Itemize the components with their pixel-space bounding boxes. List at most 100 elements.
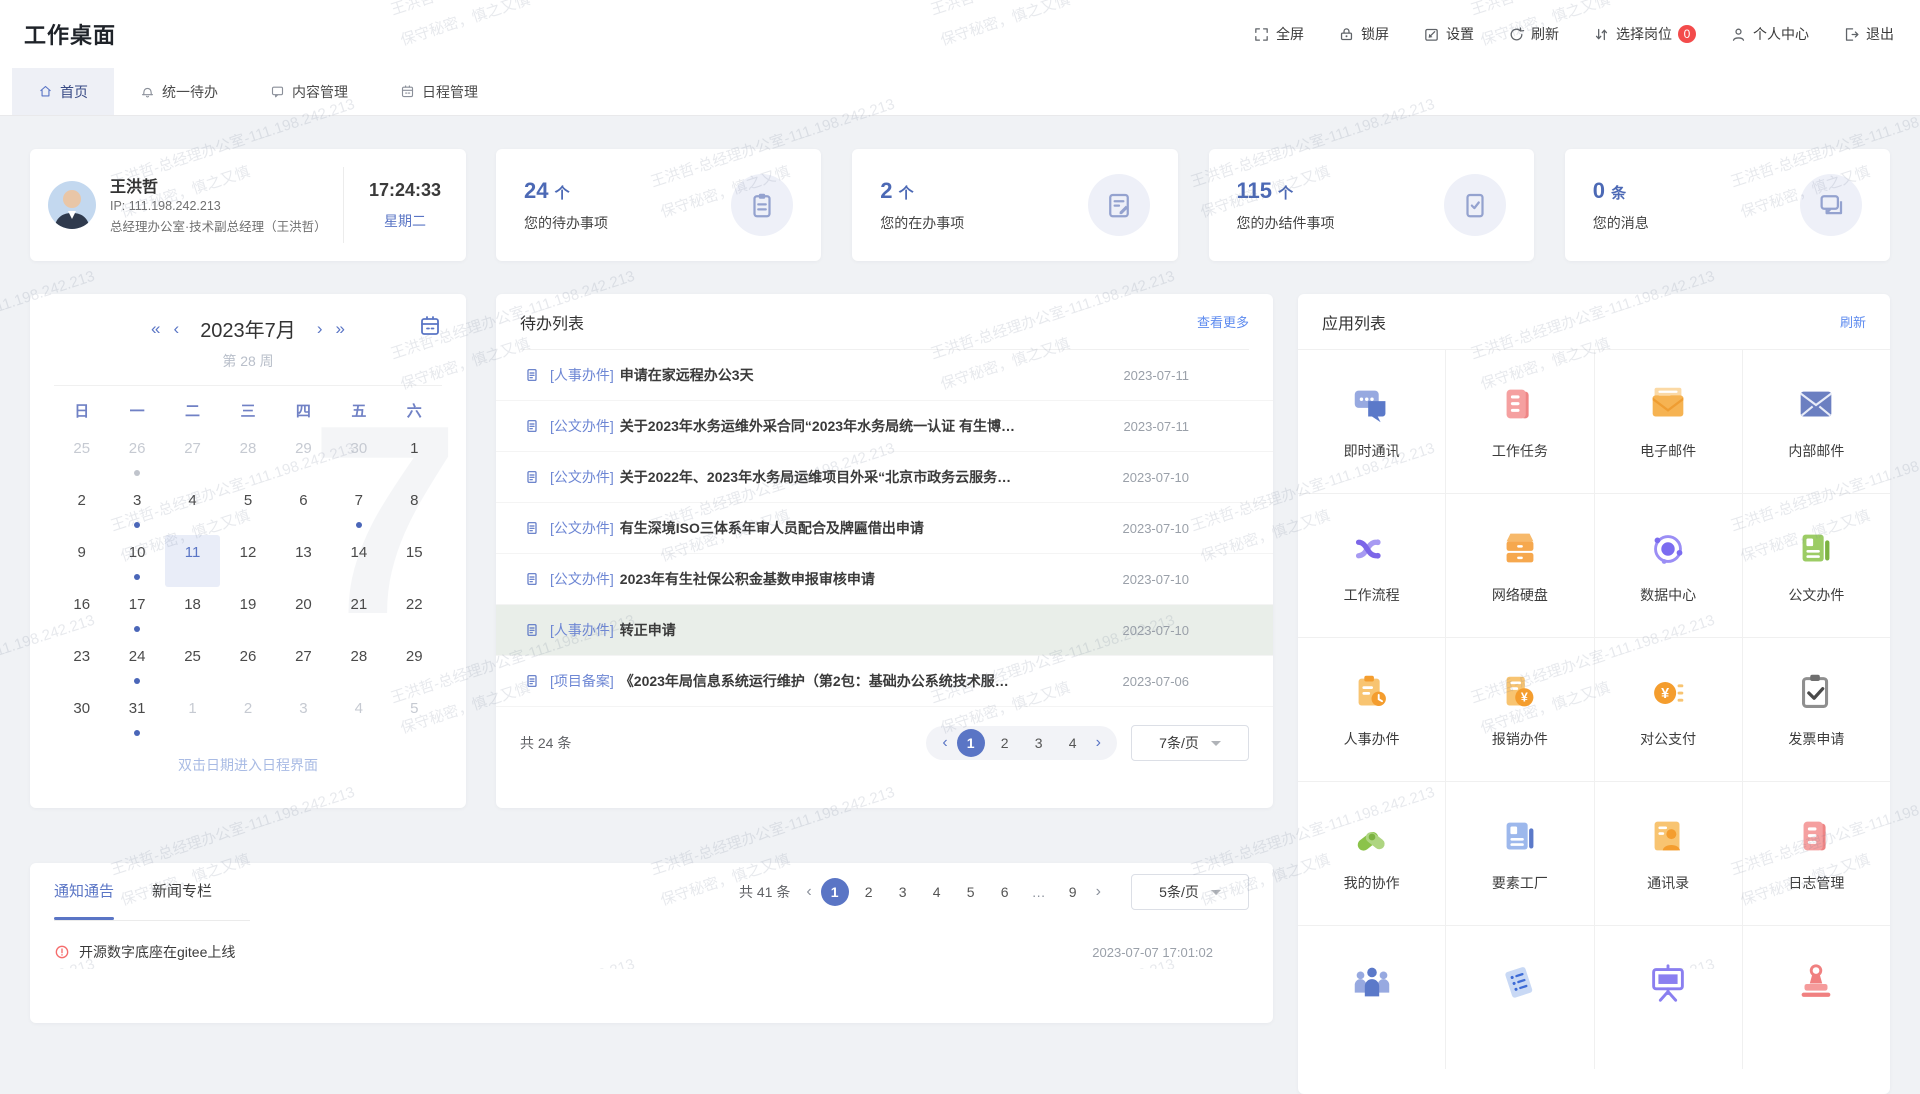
calendar-day[interactable]: 5: [220, 483, 275, 535]
todo-item[interactable]: [人事办件] 申请在家远程办公3天 2023-07-11: [496, 350, 1273, 401]
calendar-day[interactable]: 27: [276, 639, 331, 691]
refresh-link[interactable]: 刷新: [1840, 312, 1866, 331]
calendar-day[interactable]: 4: [165, 483, 220, 535]
calendar-day[interactable]: 10: [109, 535, 164, 587]
calendar-day[interactable]: 3: [276, 691, 331, 743]
todo-item[interactable]: [人事办件] 转正申请 2023-07-10: [496, 605, 1273, 656]
calendar-day[interactable]: 2: [54, 483, 109, 535]
calendar-day[interactable]: 5: [387, 691, 442, 743]
todo-item[interactable]: [公文办件] 2023年有生社保公积金基数申报审核申请 2023-07-10: [496, 554, 1273, 605]
calendar-day[interactable]: 16: [54, 587, 109, 639]
calendar-day[interactable]: 28: [220, 431, 275, 483]
app-item[interactable]: 网络硬盘: [1446, 494, 1593, 637]
calendar-day[interactable]: 11: [165, 535, 220, 587]
todo-category-tag[interactable]: [公文办件]: [550, 467, 614, 487]
calendar-day[interactable]: 13: [276, 535, 331, 587]
avatar[interactable]: [48, 181, 96, 229]
todo-category-tag[interactable]: [公文办件]: [550, 518, 614, 538]
header-action-button[interactable]: 全屏: [1253, 24, 1304, 44]
app-item[interactable]: ¥ 报销办件: [1446, 638, 1593, 781]
calendar-day[interactable]: 8: [387, 483, 442, 535]
notice-tab[interactable]: 通知通告: [54, 863, 114, 920]
todo-item-title[interactable]: 转正申请: [620, 620, 1039, 640]
calendar-day[interactable]: 26: [109, 431, 164, 483]
calendar-day[interactable]: 15: [387, 535, 442, 587]
page-number[interactable]: 3: [889, 878, 917, 906]
page-number[interactable]: 2: [855, 878, 883, 906]
page-size-select[interactable]: 7条/页: [1131, 725, 1249, 761]
header-action-button[interactable]: 锁屏: [1338, 24, 1389, 44]
next-year-arrow[interactable]: »: [335, 320, 344, 337]
prev-year-arrow[interactable]: «: [151, 320, 160, 337]
app-item[interactable]: [1743, 926, 1890, 1069]
app-item[interactable]: ¥ 对公支付: [1595, 638, 1742, 781]
calendar-day[interactable]: 22: [387, 587, 442, 639]
page-number[interactable]: 4: [1059, 729, 1087, 757]
todo-category-tag[interactable]: [公文办件]: [550, 569, 614, 589]
calendar-day[interactable]: 19: [220, 587, 275, 639]
calendar-day[interactable]: 7: [331, 483, 386, 535]
header-action-button[interactable]: 设置: [1423, 24, 1474, 44]
calendar-day[interactable]: 14: [331, 535, 386, 587]
app-item[interactable]: 日志管理: [1743, 782, 1890, 925]
page-number[interactable]: 4: [923, 878, 951, 906]
todo-item[interactable]: [公文办件] 有生深境ISO三体系年审人员配合及牌匾借出申请 2023-07-1…: [496, 503, 1273, 554]
main-tab[interactable]: 日程管理: [374, 68, 504, 115]
calendar-day[interactable]: 2: [220, 691, 275, 743]
prev-page-arrow[interactable]: ‹: [936, 734, 953, 752]
app-item[interactable]: 人事办件: [1298, 638, 1445, 781]
app-item[interactable]: 电子邮件: [1595, 350, 1742, 493]
app-item[interactable]: 工作流程: [1298, 494, 1445, 637]
header-action-button[interactable]: 选择岗位 0: [1593, 24, 1696, 44]
page-number[interactable]: 5: [957, 878, 985, 906]
header-action-button[interactable]: 退出: [1843, 24, 1894, 44]
todo-item-title[interactable]: 关于2022年、2023年水务局运维项目外采“北京市政务云服务合同（网络...: [620, 467, 1039, 487]
next-page-arrow[interactable]: ›: [1090, 883, 1107, 901]
notice-tab[interactable]: 新闻专栏: [152, 863, 212, 920]
page-number[interactable]: 3: [1025, 729, 1053, 757]
main-tab[interactable]: 内容管理: [244, 68, 374, 115]
todo-item-title[interactable]: 2023年有生社保公积金基数申报审核申请: [620, 569, 1039, 589]
view-more-link[interactable]: 查看更多: [1197, 312, 1249, 331]
page-number[interactable]: 6: [991, 878, 1019, 906]
page-number[interactable]: …: [1025, 878, 1053, 906]
todo-category-tag[interactable]: [项目备案]: [550, 671, 614, 691]
calendar-day[interactable]: 1: [387, 431, 442, 483]
next-page-arrow[interactable]: ›: [1090, 734, 1107, 752]
todo-category-tag[interactable]: [公文办件]: [550, 416, 614, 436]
todo-item-title[interactable]: 关于2023年水务运维外采合同“2023年水务局统一认证 有生博大VS数字...: [620, 416, 1039, 436]
calendar-day[interactable]: 4: [331, 691, 386, 743]
app-item[interactable]: 内部邮件: [1743, 350, 1890, 493]
todo-item[interactable]: [公文办件] 关于2022年、2023年水务局运维项目外采“北京市政务云服务合同…: [496, 452, 1273, 503]
todo-item[interactable]: [公文办件] 关于2023年水务运维外采合同“2023年水务局统一认证 有生博大…: [496, 401, 1273, 452]
app-item[interactable]: [1446, 926, 1593, 1069]
app-item[interactable]: 要素工厂: [1446, 782, 1593, 925]
calendar-day[interactable]: 23: [54, 639, 109, 691]
stat-card[interactable]: 2 个 您的在办事项: [852, 149, 1177, 261]
stat-card[interactable]: 24 个 您的待办事项: [496, 149, 821, 261]
calendar-day[interactable]: 18: [165, 587, 220, 639]
calendar-day[interactable]: 25: [165, 639, 220, 691]
stat-card[interactable]: 115 个 您的办结件事项: [1209, 149, 1534, 261]
app-item[interactable]: 我的协作: [1298, 782, 1445, 925]
todo-item-title[interactable]: 有生深境ISO三体系年审人员配合及牌匾借出申请: [620, 518, 1039, 538]
app-item[interactable]: 即时通讯: [1298, 350, 1445, 493]
calendar-day[interactable]: 20: [276, 587, 331, 639]
calendar-day[interactable]: 26: [220, 639, 275, 691]
notice-item[interactable]: 开源数字底座在gitee上线 2023-07-07 17:01:02: [54, 929, 1249, 975]
calendar-day[interactable]: 12: [220, 535, 275, 587]
calendar-day[interactable]: 24: [109, 639, 164, 691]
notice-text[interactable]: 开源数字底座在gitee上线: [79, 942, 1092, 962]
app-item[interactable]: 数据中心: [1595, 494, 1742, 637]
todo-item-title[interactable]: 申请在家远程办公3天: [620, 365, 1039, 385]
calendar-day[interactable]: 9: [54, 535, 109, 587]
main-tab[interactable]: 统一待办: [114, 68, 244, 115]
calendar-day[interactable]: 30: [54, 691, 109, 743]
calendar-day[interactable]: 31: [109, 691, 164, 743]
header-action-button[interactable]: 个人中心: [1730, 24, 1809, 44]
todo-item[interactable]: [项目备案] 《2023年局信息系统运行维护（第2包：基础办公系统技术服务）》 …: [496, 656, 1273, 707]
todo-category-tag[interactable]: [人事办件]: [550, 365, 614, 385]
page-number[interactable]: 1: [821, 878, 849, 906]
calendar-day[interactable]: 30: [331, 431, 386, 483]
page-size-select[interactable]: 5条/页: [1131, 874, 1249, 910]
